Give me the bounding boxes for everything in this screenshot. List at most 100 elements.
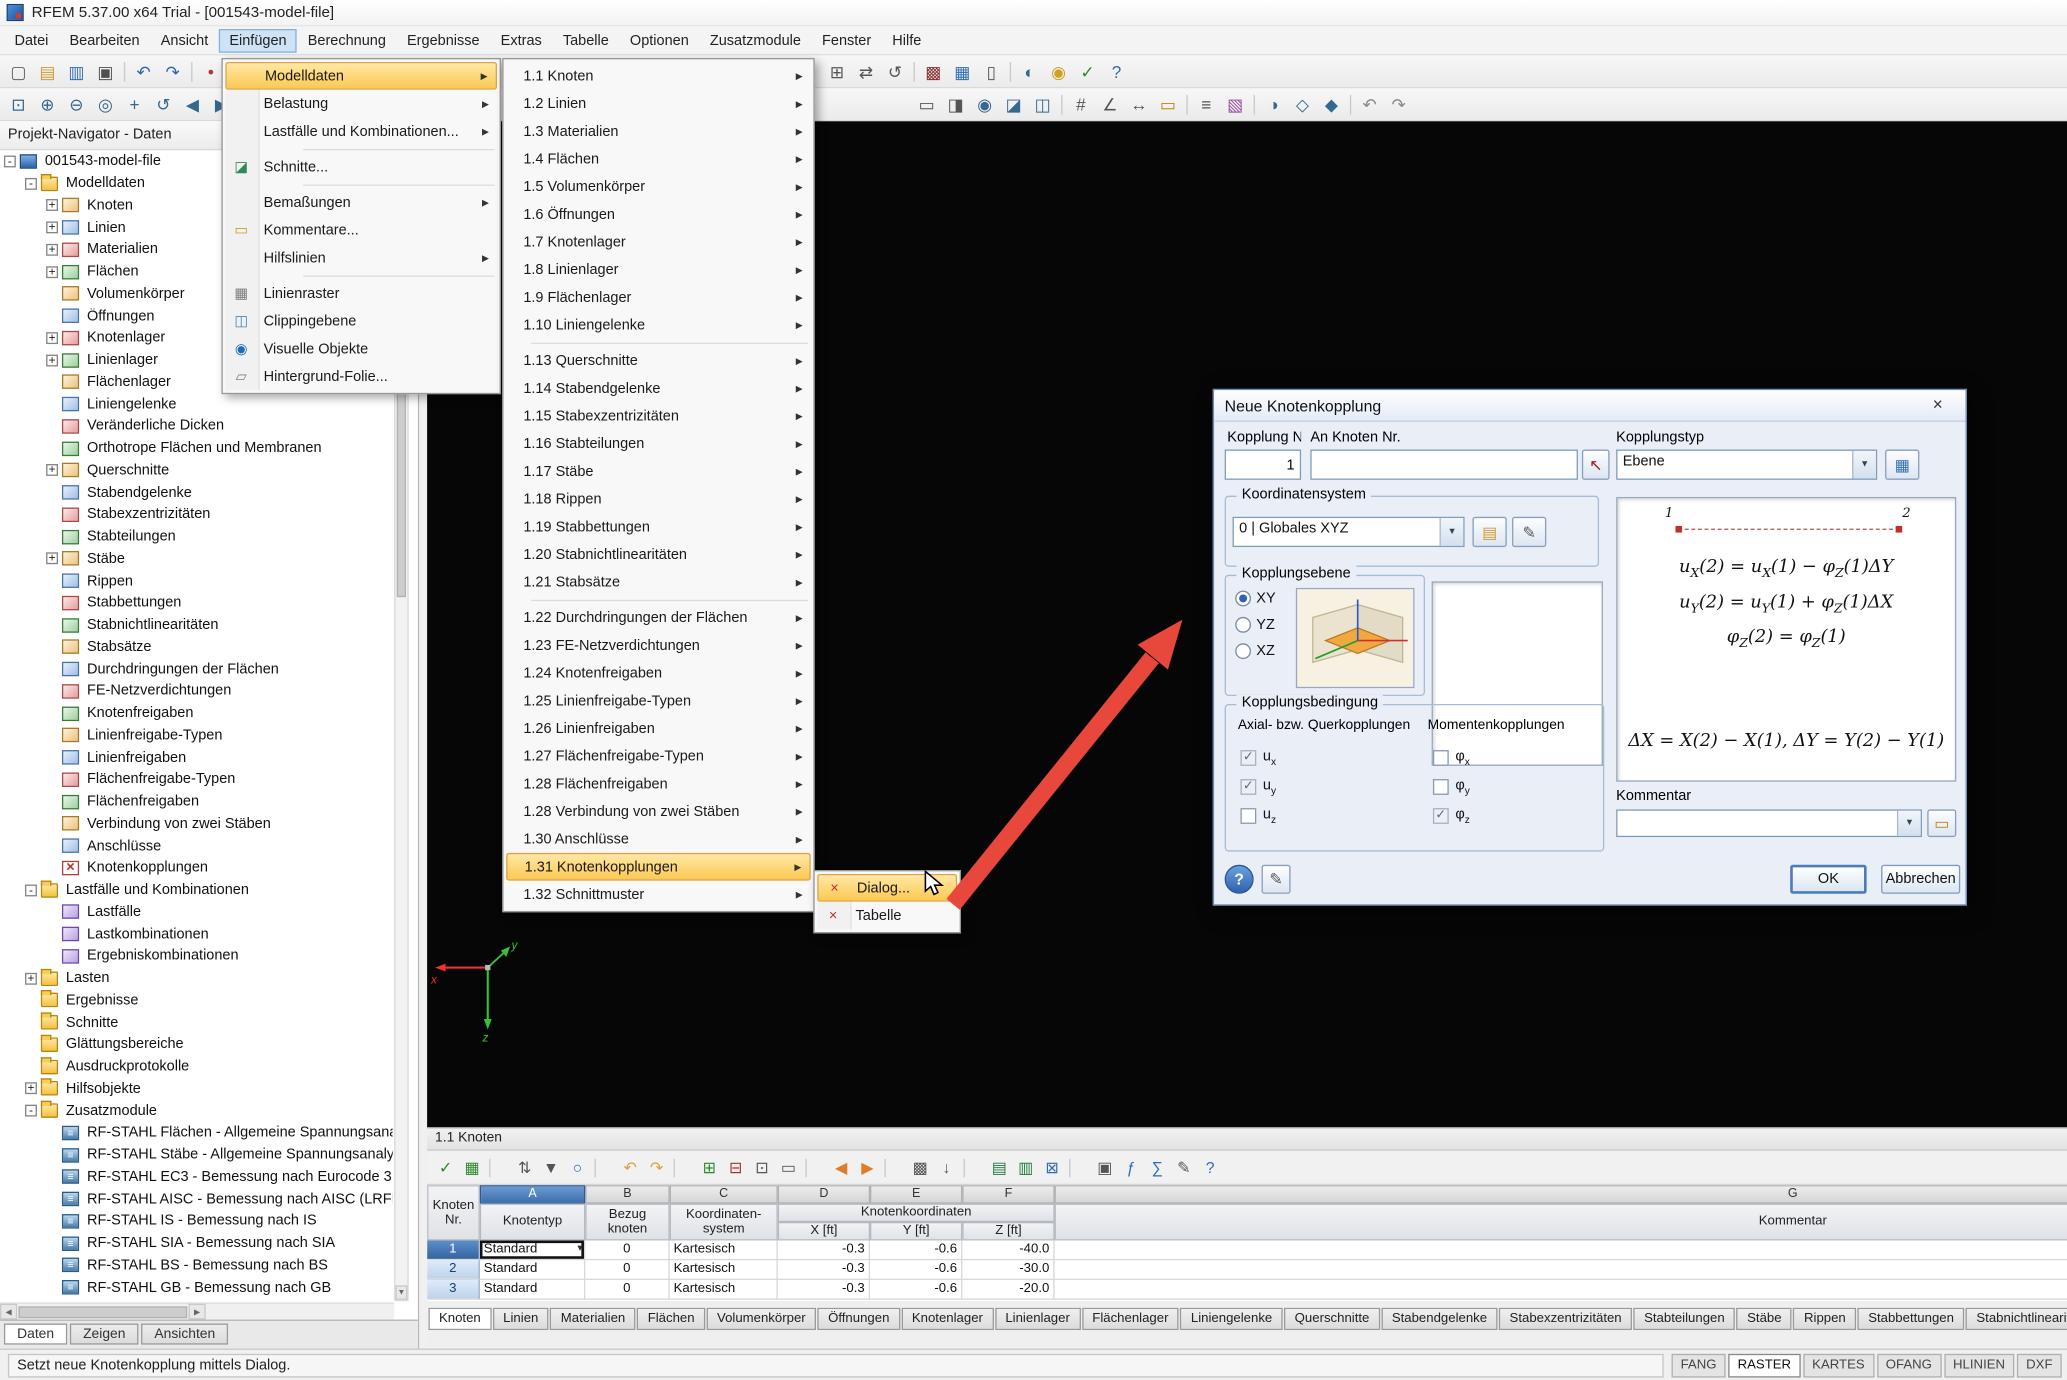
- tree-item[interactable]: RF-STAHL Stäbe - Allgemeine Spannungsana…: [0, 1144, 393, 1166]
- menu-item-knotenkopplungen[interactable]: 1.31 Knotenkopplungen: [506, 853, 811, 881]
- tree-expander-icon[interactable]: [46, 597, 58, 609]
- tree-expander-icon[interactable]: +: [46, 244, 58, 256]
- tree-item[interactable]: - Zusatzmodule: [0, 1100, 393, 1122]
- table-tab[interactable]: Stabnichtlinearitäten: [1966, 1308, 2067, 1330]
- table-toolbar-icon[interactable]: [485, 1154, 511, 1180]
- zoom-window-icon[interactable]: ⊡: [4, 90, 33, 118]
- menu-item[interactable]: 1.26 Linienfreigaben: [506, 714, 811, 742]
- column-header-kommentar[interactable]: Kommentar: [1055, 1204, 2067, 1241]
- rotate-icon[interactable]: ↺: [881, 57, 910, 85]
- radio-plane-xz[interactable]: XZ: [1235, 643, 1275, 659]
- tree-item[interactable]: Lastfälle: [0, 901, 393, 923]
- apply-dropdown-icon[interactable]: ✓: [1073, 57, 1102, 85]
- tree-expander-icon[interactable]: [46, 796, 58, 808]
- column-letter-header[interactable]: A: [480, 1185, 585, 1203]
- table-tab[interactable]: Materialien: [550, 1308, 636, 1330]
- checkbox-ux[interactable]: ux: [1240, 749, 1276, 768]
- menubar-item[interactable]: Datei: [4, 28, 59, 52]
- row-number[interactable]: 2: [427, 1260, 480, 1280]
- table-tab[interactable]: Flächen: [637, 1308, 705, 1330]
- tree-item[interactable]: Rippen: [0, 570, 393, 592]
- navigator-tab-zeigen[interactable]: Zeigen: [70, 1324, 139, 1345]
- tree-expander-icon[interactable]: [46, 1237, 58, 1249]
- menu-item-hintergrund-folie[interactable]: ▱ Hintergrund-Folie...: [225, 363, 497, 391]
- radio-plane-yz[interactable]: YZ: [1235, 617, 1275, 633]
- column-header-knotentyp[interactable]: Knotentyp: [480, 1204, 585, 1241]
- table-tab[interactable]: Stabendgelenke: [1381, 1308, 1497, 1330]
- tree-expander-icon[interactable]: [46, 774, 58, 786]
- an-knoten-input[interactable]: [1310, 450, 1578, 480]
- tree-item[interactable]: Ausdruckprotokolle: [0, 1056, 393, 1078]
- menu-item[interactable]: 1.9 Flächenlager: [506, 283, 811, 311]
- menu-item[interactable]: [225, 145, 497, 153]
- radio-plane-xy[interactable]: XY: [1235, 591, 1275, 607]
- print-table-icon[interactable]: ▣: [1092, 1154, 1118, 1180]
- table-help-icon[interactable]: ?: [1197, 1154, 1223, 1180]
- select-window-icon[interactable]: ▭: [912, 90, 941, 118]
- help-icon[interactable]: ?: [1102, 57, 1131, 85]
- tree-expander-icon[interactable]: [46, 1259, 58, 1271]
- tree-expander-icon[interactable]: [46, 928, 58, 940]
- next-icon[interactable]: ↷: [1384, 90, 1413, 118]
- tree-expander-icon[interactable]: [46, 663, 58, 675]
- prev-table-icon[interactable]: ◀: [828, 1154, 854, 1180]
- table-row[interactable]: 3 Standard 0 Kartesisch -0.3 -0.6 -20.0: [427, 1280, 2067, 1300]
- tree-item[interactable]: RF-STAHL Flächen - Allgemeine Spannungsa…: [0, 1122, 393, 1144]
- cell-koordinatensystem[interactable]: Kartesisch: [670, 1240, 778, 1260]
- table-row[interactable]: 1 Standard 0 Kartesisch -0.3 -0.6 -40.0: [427, 1240, 2067, 1260]
- tree-item[interactable]: RF-STAHL SIA - Bemessung nach SIA: [0, 1232, 393, 1254]
- tree-item[interactable]: Lastkombinationen: [0, 923, 393, 945]
- row-empty-icon[interactable]: ▭: [775, 1154, 801, 1180]
- table-tab[interactable]: Stabexzentrizitäten: [1499, 1308, 1632, 1330]
- menu-item[interactable]: 1.10 Liniengelenke: [506, 311, 811, 339]
- menu-item-schnitte[interactable]: ◪ Schnitte...: [225, 153, 497, 181]
- tree-item[interactable]: Flächenfreigaben: [0, 791, 393, 813]
- edit-note-icon[interactable]: ✎: [1262, 865, 1291, 894]
- column-header-y[interactable]: Y [ft]: [870, 1222, 962, 1240]
- menu-item-linienraster[interactable]: ▦ Linienraster: [225, 279, 497, 307]
- tree-expander-icon[interactable]: [46, 685, 58, 697]
- tree-item[interactable]: Knotenfreigaben: [0, 702, 393, 724]
- zoom-out-icon[interactable]: ⊖: [62, 90, 91, 118]
- tree-expander-icon[interactable]: -: [25, 1105, 37, 1117]
- menubar-item[interactable]: Tabelle: [552, 28, 619, 52]
- row-delete-icon[interactable]: ⊟: [722, 1154, 748, 1180]
- print-icon[interactable]: ▣: [91, 57, 120, 85]
- column-header-x[interactable]: X [ft]: [778, 1222, 870, 1240]
- colors-icon[interactable]: ▧: [1221, 90, 1250, 118]
- tree-item[interactable]: + Lasten: [0, 967, 393, 989]
- menu-item[interactable]: 1.20 Stabnichtlinearitäten: [506, 540, 811, 568]
- scrollbar-thumb[interactable]: [397, 373, 406, 597]
- menubar-item[interactable]: Zusatzmodule: [699, 28, 811, 52]
- coupling-library-icon[interactable]: ▦: [1885, 450, 1919, 480]
- function-icon[interactable]: ƒ: [1118, 1154, 1144, 1180]
- tree-expander-icon[interactable]: [46, 398, 58, 410]
- tree-expander-icon[interactable]: [46, 1215, 58, 1227]
- undo-icon[interactable]: ↶: [129, 57, 158, 85]
- rotate-view-icon[interactable]: ↺: [149, 90, 178, 118]
- scroll-right-icon[interactable]: ▶: [189, 1304, 206, 1320]
- cancel-button[interactable]: Abbrechen: [1881, 865, 1960, 894]
- tree-item[interactable]: Linienfreigabe-Typen: [0, 724, 393, 746]
- cell-y[interactable]: -0.6: [870, 1260, 962, 1280]
- ok-button[interactable]: OK: [1790, 865, 1866, 894]
- tree-item[interactable]: Schnitte: [0, 1011, 393, 1033]
- toolbar-icon[interactable]: [1006, 57, 1015, 85]
- select-all-icon[interactable]: ▩: [907, 1154, 933, 1180]
- numbering-icon[interactable]: #: [1066, 90, 1095, 118]
- koordinatensystem-select[interactable]: 0 | Globales XYZ: [1233, 517, 1465, 547]
- cell-knotentyp[interactable]: Standard: [480, 1260, 585, 1280]
- checkbox-uy[interactable]: uy: [1240, 778, 1276, 797]
- tree-item[interactable]: Stabsätze: [0, 636, 393, 658]
- rf-modules-icon[interactable]: ▩: [919, 57, 948, 85]
- menu-item[interactable]: 1.5 Volumenkörper: [506, 173, 811, 201]
- tree-expander-icon[interactable]: [46, 707, 58, 719]
- row-number[interactable]: 3: [427, 1280, 480, 1300]
- solid-view-icon[interactable]: ◆: [1317, 90, 1346, 118]
- toggle-fang[interactable]: FANG: [1671, 1353, 1725, 1377]
- partial-view-icon[interactable]: ◪: [999, 90, 1028, 118]
- tree-expander-icon[interactable]: [46, 288, 58, 300]
- menubar-item-einfuegen[interactable]: Einfügen: [219, 28, 297, 52]
- menu-item[interactable]: 1.18 Rippen: [506, 485, 811, 513]
- row-insert-icon[interactable]: ⊞: [696, 1154, 722, 1180]
